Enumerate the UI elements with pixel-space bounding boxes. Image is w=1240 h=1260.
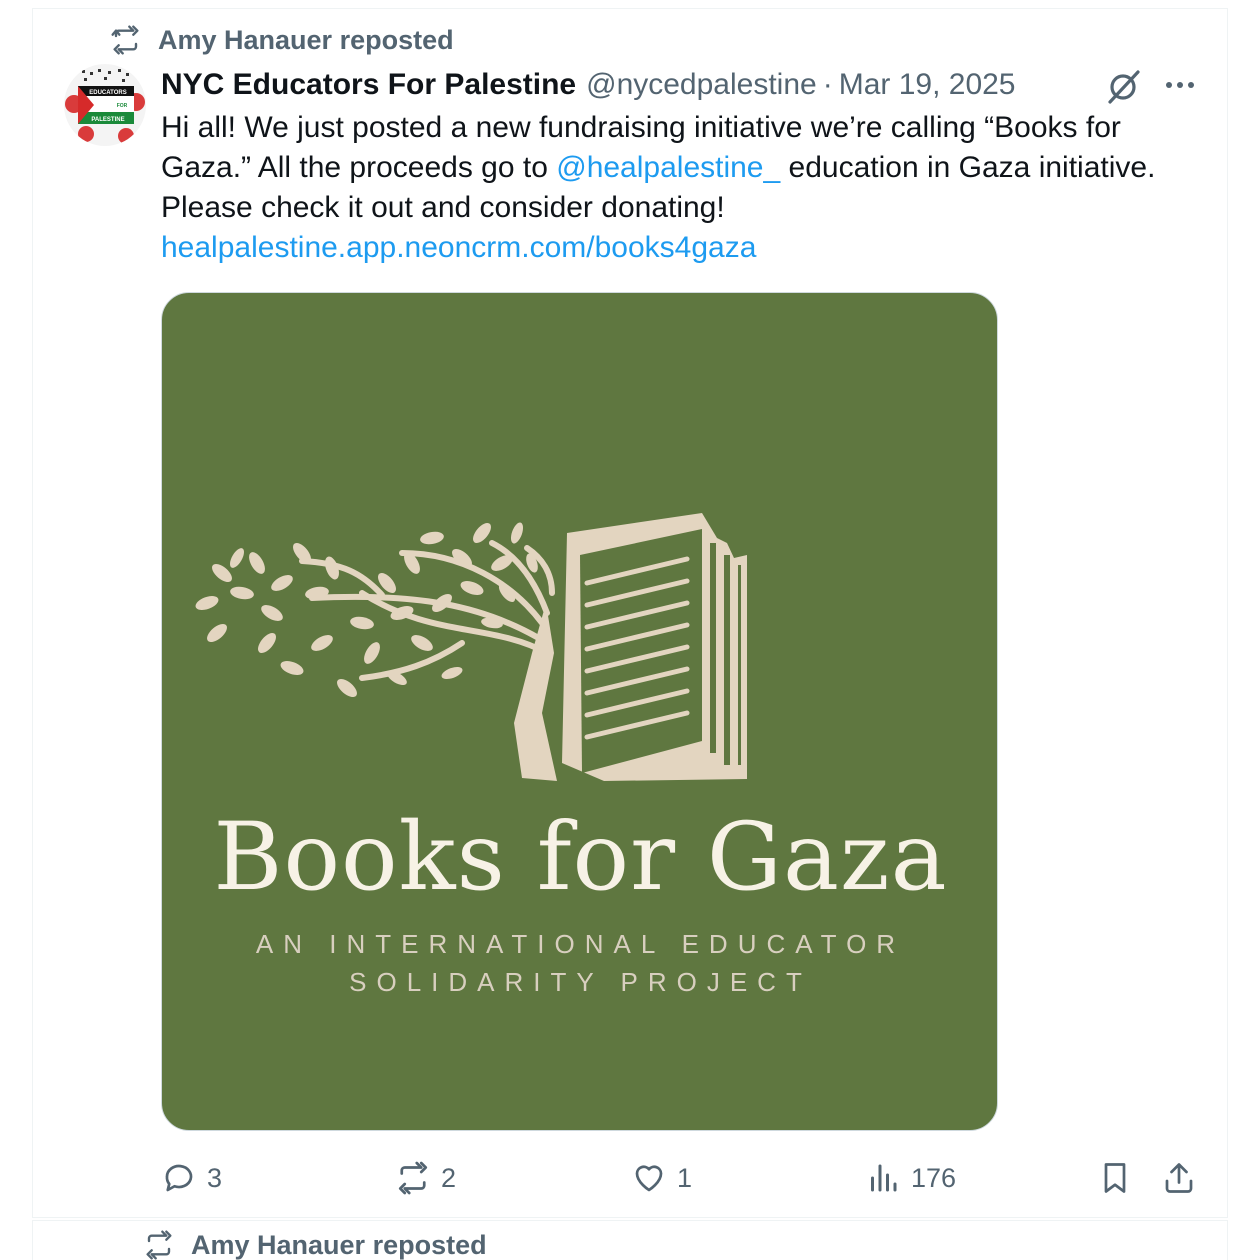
tweet-actions: 3 2 1 176 [161, 1155, 1201, 1201]
repost-indicator[interactable]: Amy Hanauer reposted [110, 22, 454, 58]
like-button[interactable]: 1 [631, 1155, 692, 1201]
like-icon [631, 1160, 667, 1196]
retweet-button[interactable]: 2 [395, 1155, 456, 1201]
avatar-text: FOR [117, 103, 128, 109]
retweet-count: 2 [441, 1163, 456, 1194]
tweet-media-image[interactable]: Books for Gaza AN INTERNATIONAL EDUCATOR… [161, 292, 998, 1131]
author-name[interactable]: NYC Educators For Palestine [161, 68, 576, 102]
like-count: 1 [677, 1163, 692, 1194]
grok-icon[interactable] [1103, 66, 1143, 106]
views-count: 176 [911, 1163, 956, 1194]
repost-label: Amy Hanauer reposted [191, 1230, 487, 1260]
reply-count: 3 [207, 1163, 222, 1194]
retweet-icon [395, 1160, 431, 1196]
repost-indicator[interactable]: Amy Hanauer reposted [143, 1229, 487, 1260]
tweet-text: Hi all! We just posted a new fundraising… [161, 108, 1211, 268]
bookmark-icon [1097, 1160, 1133, 1196]
views-icon [865, 1160, 901, 1196]
repost-icon [143, 1229, 175, 1260]
bookmark-button[interactable] [1097, 1155, 1133, 1201]
share-button[interactable] [1161, 1155, 1197, 1201]
views-button[interactable]: 176 [865, 1155, 956, 1201]
mention-link[interactable]: @healpalestine_ [556, 151, 780, 184]
separator: · [823, 68, 833, 102]
avatar-text: EDUCATORS [89, 90, 126, 96]
avatar-text: PALESTINE [91, 117, 124, 123]
external-link[interactable]: healpalestine.app.neoncrm.com/books4gaza [161, 231, 756, 264]
reply-icon [161, 1160, 197, 1196]
tweet-date[interactable]: Mar 19, 2025 [839, 68, 1016, 102]
repost-label: Amy Hanauer reposted [158, 25, 454, 56]
books-for-gaza-artwork [162, 293, 998, 1131]
avatar[interactable]: EDUCATORS FOR PALESTINE [64, 64, 146, 146]
media-title: Books for Gaza [162, 803, 998, 912]
share-icon [1161, 1160, 1197, 1196]
next-tweet-card[interactable]: Amy Hanauer reposted [32, 1220, 1228, 1260]
more-icon[interactable] [1160, 70, 1200, 100]
media-subtitle: SOLIDARITY PROJECT [162, 967, 998, 998]
media-subtitle: AN INTERNATIONAL EDUCATOR [162, 929, 998, 960]
author-handle[interactable]: @nycedpalestine [586, 68, 817, 102]
tweet-header: NYC Educators For Palestine @nycedpalest… [161, 64, 1016, 106]
reply-button[interactable]: 3 [161, 1155, 222, 1201]
repost-icon [110, 24, 142, 56]
